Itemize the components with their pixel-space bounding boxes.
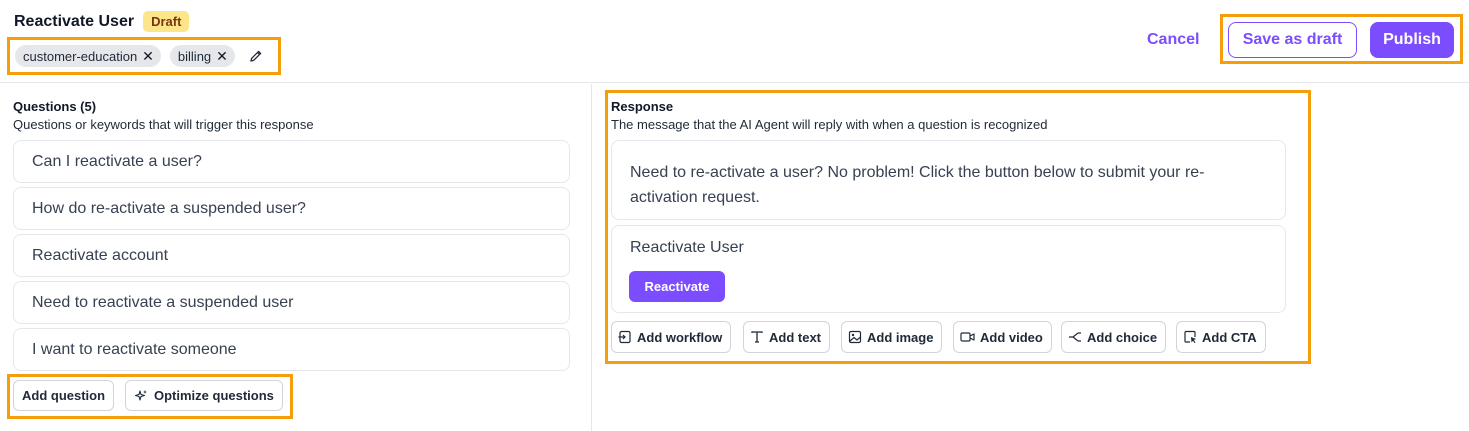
tool-label: Add image [867,329,934,345]
tag-label: customer-education [23,48,138,64]
text-icon [751,331,763,343]
title-row: Reactivate User Draft [14,11,190,32]
save-as-draft-button[interactable]: Save as draft [1228,22,1357,58]
page-title: Reactivate User [14,12,135,30]
remove-tag-icon[interactable]: ✕ [142,49,154,63]
add-workflow-button[interactable]: Add workflow [611,321,732,353]
question-item[interactable]: How do re-activate a suspended user? [13,187,570,230]
question-item[interactable]: I want to reactivate someone [13,328,570,371]
image-icon [848,330,862,344]
message-line: activation request. [630,189,760,206]
cancel-button[interactable]: Cancel [1147,31,1199,49]
message-line: Need to re-activate a user? No problem! … [630,164,1205,181]
optimize-questions-label: Optimize questions [154,388,274,403]
add-text-button[interactable]: Add text [743,321,830,353]
tool-label: Add CTA [1202,329,1257,345]
add-question-button[interactable]: Add question [13,380,115,411]
tool-label: Add text [769,329,821,345]
publish-button[interactable]: Publish [1370,22,1454,58]
tag-customer-education: customer-education ✕ [15,45,161,67]
questions-subtitle: Questions or keywords that will trigger … [13,117,314,132]
header: Reactivate User Draft customer-education… [0,0,1469,83]
edit-tags-pencil-icon[interactable] [248,48,264,64]
question-item[interactable]: Need to reactivate a suspended user [13,281,570,324]
response-title: Response [611,99,674,114]
tool-label: Add video [980,329,1043,345]
add-image-button[interactable]: Add image [841,321,943,353]
video-icon [960,332,975,342]
add-video-button[interactable]: Add video [953,321,1052,353]
tag-billing: billing ✕ [169,45,235,67]
tool-label: Add workflow [637,329,723,345]
choice-icon [1069,332,1081,342]
add-question-label: Add question [22,388,106,403]
status-badge: Draft [143,11,190,32]
remove-tag-icon[interactable]: ✕ [216,49,228,63]
question-item[interactable]: Reactivate account [13,234,570,277]
tag-label: billing [177,48,212,64]
response-message-card[interactable]: Need to re-activate a user? No problem! … [611,140,1286,220]
cta-card[interactable]: Reactivate User Reactivate [611,225,1286,313]
cta-icon [1184,330,1196,343]
sparkle-icon [134,389,147,401]
add-cta-button[interactable]: Add CTA [1176,321,1266,353]
tags-highlight: customer-education ✕ billing ✕ [7,37,281,75]
questions-title: Questions (5) [13,99,97,114]
tool-label: Add choice [1087,329,1158,345]
response-subtitle: The message that the AI Agent will reply… [611,117,1048,132]
reactivate-button[interactable]: Reactivate [629,271,725,302]
workflow-icon [618,330,631,344]
optimize-questions-button[interactable]: Optimize questions [125,380,283,411]
cta-title: Reactivate User [630,239,744,256]
add-choice-button[interactable]: Add choice [1061,321,1167,353]
question-item[interactable]: Can I reactivate a user? [13,140,570,183]
